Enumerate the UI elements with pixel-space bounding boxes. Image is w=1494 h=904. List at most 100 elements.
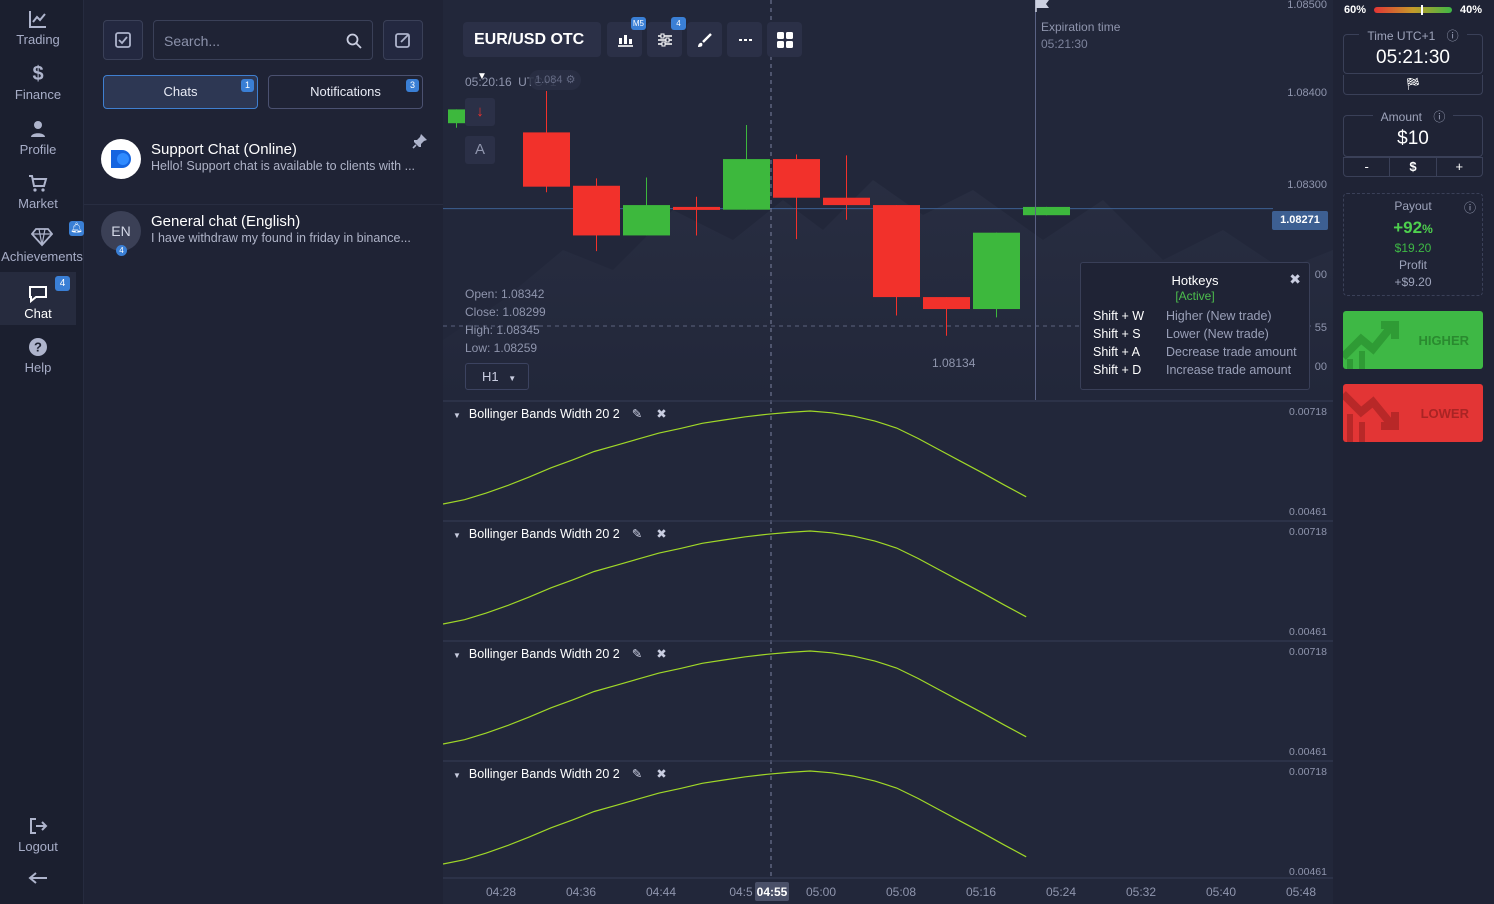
pencil-icon[interactable]: ✎ (632, 407, 642, 421)
decrease-amount-button[interactable]: - (1344, 158, 1391, 176)
profit-value: +$9.20 (1394, 275, 1432, 289)
logout-button[interactable]: Logout (0, 815, 76, 857)
trade-marker-auto[interactable]: A (465, 136, 495, 164)
edit-icon (395, 33, 410, 48)
time-label: 05:24 (1046, 885, 1076, 899)
time-label: 05:00 (806, 885, 836, 899)
indicators-button[interactable]: 4 (647, 17, 686, 57)
hotkey-row: Shift + D Increase trade amount (1093, 363, 1303, 377)
nav-item-market[interactable]: Market (0, 172, 76, 220)
close-icon[interactable]: ✖︎ (1289, 271, 1301, 288)
drawing-button[interactable] (687, 22, 722, 57)
collapse-icon[interactable]: ▼ (453, 531, 461, 540)
nav-item-help[interactable]: ? Help (0, 336, 76, 384)
indicator-max-label: 0.00718 (1289, 406, 1327, 418)
currency-button[interactable]: $ (1390, 158, 1437, 176)
trade-marker-down[interactable]: ↓ (465, 98, 495, 126)
increase-amount-button[interactable]: + (1437, 158, 1482, 176)
indicator-params: 20 2 (595, 767, 620, 781)
pencil-icon[interactable]: ✎ (632, 527, 642, 541)
nav-label: Trading (16, 32, 60, 47)
tab-label: Chats (163, 84, 198, 99)
candle-body (448, 109, 465, 124)
nav-item-profile[interactable]: Profile (0, 118, 76, 166)
layout-button[interactable] (767, 22, 802, 57)
nav-item-trading[interactable]: Trading (0, 8, 76, 56)
indicator-max-label: 0.00718 (1289, 766, 1327, 778)
candle-body (723, 159, 770, 210)
chart-line-icon (29, 11, 46, 28)
chat-item-support[interactable]: Support Chat (Online) Hello! Support cha… (84, 133, 443, 197)
chart-type-button[interactable]: M5 (607, 17, 646, 57)
candle-body (623, 205, 670, 236)
amount-field[interactable]: Amount ⓘ $10 (1343, 110, 1483, 157)
nav-item-finance[interactable]: $ Finance (0, 63, 76, 111)
flag-icon[interactable]: 🏁︎ (1343, 75, 1483, 95)
nav-item-chat[interactable]: Chat 4 (0, 272, 76, 325)
compose-button[interactable] (383, 20, 423, 60)
search-box (153, 20, 373, 60)
pin-icon[interactable] (412, 133, 428, 149)
tab-notifications[interactable]: Notifications 3 (268, 75, 423, 109)
amount-value: $10 (1397, 128, 1429, 149)
flag-icon (1035, 0, 1049, 12)
asset-label: EUR/USD OTC (474, 31, 585, 48)
help-icon[interactable]: ⓘ (1464, 199, 1476, 216)
higher-button[interactable]: HIGHER (1343, 311, 1483, 369)
timeframe-selector[interactable]: H1 ▼ (465, 363, 529, 390)
hotkeys-title: Hotkeys (1171, 273, 1219, 288)
collapse-icon[interactable]: ▼ (453, 771, 461, 780)
payout-amount: $19.20 (1394, 241, 1432, 255)
trading-chart[interactable]: 1.08500 1.08400 1.08300 00 55 00 0.00718 0.004… (443, 0, 1333, 904)
candle-body (823, 197, 870, 206)
user-icon (31, 121, 45, 137)
indicator-title[interactable]: ▼ Bollinger Bands Width 20 2 ✎ ✖︎ (453, 406, 667, 421)
collapse-icon[interactable]: ▼ (453, 411, 461, 420)
cursor-time-label: 04:55 (757, 885, 788, 899)
indicator-title[interactable]: ▼ Bollinger Bands Width 20 2 ✎ ✖︎ (453, 646, 667, 661)
time-field[interactable]: Time UTC+1 ⓘ 05:21:30 (1343, 29, 1483, 74)
price-label: 00 (1315, 269, 1327, 281)
amount-controls: - $ + (1343, 157, 1483, 177)
collapse-icon[interactable]: ▼ (453, 651, 461, 660)
hotkey-key: Shift + D (1093, 363, 1142, 377)
hotkey-action: Higher (New trade) (1166, 309, 1272, 323)
chat-count-badge: 4 (55, 276, 70, 291)
ohlc-close: Close: 1.08299 (465, 305, 546, 319)
avatar (101, 139, 141, 179)
help-icon: ⓘ (1429, 110, 1450, 124)
arrow-left-icon (28, 872, 47, 884)
chat-icon (29, 286, 47, 304)
search-input[interactable] (164, 31, 334, 51)
close-icon[interactable]: ✖︎ (656, 767, 666, 781)
payout-percent: +92% (1344, 218, 1482, 238)
line-tool-button[interactable] (727, 22, 762, 57)
search-icon[interactable] (346, 33, 362, 49)
hotkeys-popup: Hotkeys [Active] ✖︎ Shift + W Higher (New… (1080, 262, 1310, 390)
indicator-title[interactable]: ▼ Bollinger Bands Width 20 2 ✎ ✖︎ (453, 526, 667, 541)
time-value: 05:21:30 (1376, 47, 1450, 68)
nav-item-achievements[interactable]: Achievements 🔔︎ (0, 221, 84, 273)
higher-label: HIGHER (1418, 333, 1469, 348)
hotkey-action: Lower (New trade) (1166, 327, 1269, 341)
diamond-icon (31, 228, 53, 247)
close-icon[interactable]: ✖︎ (656, 407, 666, 421)
pencil-icon[interactable]: ✎ (632, 647, 642, 661)
close-icon[interactable]: ✖︎ (656, 527, 666, 541)
asset-selector[interactable]: EUR/USD OTC ▼ (463, 22, 601, 82)
timeframe-value: H1 (482, 369, 499, 384)
lower-button[interactable]: LOWER (1343, 384, 1483, 442)
pencil-icon[interactable]: ✎ (632, 767, 642, 781)
select-chats-button[interactable] (103, 20, 143, 60)
close-icon[interactable]: ✖︎ (656, 647, 666, 661)
chat-preview: I have withdraw my found in friday in bi… (151, 231, 411, 245)
time-label: 05:40 (1206, 885, 1236, 899)
indicator-title[interactable]: ▼ Bollinger Bands Width 20 2 ✎ ✖︎ (453, 766, 667, 781)
collapse-nav-button[interactable] (0, 870, 76, 890)
help-icon: ? (29, 338, 47, 356)
sentiment-marker (1420, 5, 1423, 15)
chat-item-general[interactable]: EN 4 General chat (English) I have withd… (84, 204, 443, 268)
payout-label: Payout (1394, 199, 1432, 213)
tab-chats[interactable]: Chats 1 (103, 75, 258, 109)
trend-up-icon (1343, 321, 1399, 369)
